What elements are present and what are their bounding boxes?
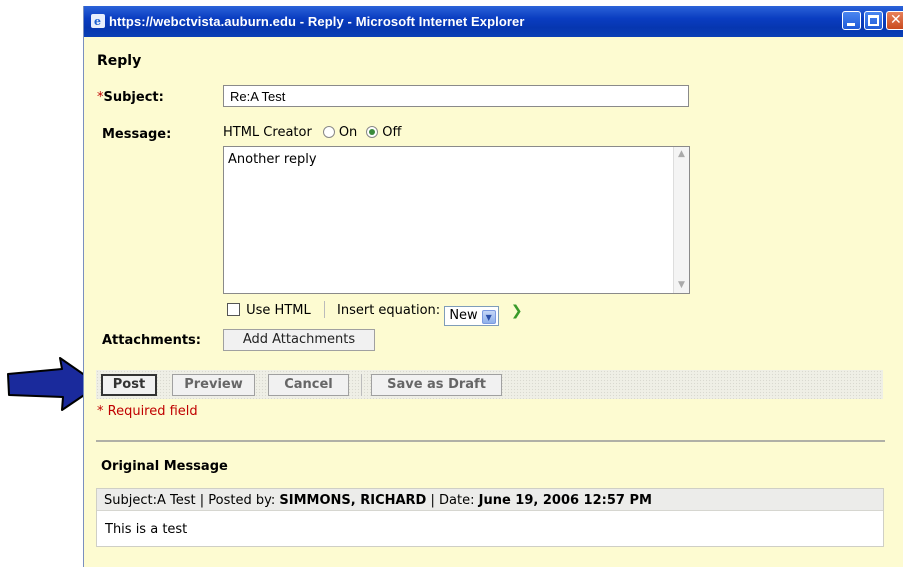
close-icon: ✕ [890, 12, 902, 28]
message-label: Message: [102, 127, 172, 142]
preview-button[interactable]: Preview [172, 374, 255, 396]
post-button[interactable]: Post [101, 374, 157, 396]
radio-off-label: Off [382, 125, 402, 140]
message-scrollbar[interactable]: ▲ ▼ [673, 147, 689, 293]
html-creator-label: HTML Creator [223, 125, 312, 140]
use-html-label: Use HTML [246, 303, 311, 318]
html-creator-toggle: HTML Creator On Off [223, 125, 402, 140]
radio-on-label: On [338, 125, 358, 140]
ie-icon: e [91, 14, 105, 28]
tool-separator [323, 301, 325, 318]
close-button[interactable]: ✕ [886, 11, 903, 30]
action-bar: Post Preview Cancel Save as Draft [96, 370, 883, 399]
browser-window: e https://webctvista.auburn.edu - Reply … [83, 6, 903, 567]
original-message-body: This is a test [105, 522, 188, 537]
insert-equation-label: Insert equation: [337, 303, 441, 318]
page-title: Reply [97, 53, 142, 69]
subject-label: *Subject: [97, 90, 164, 105]
title-bar: e https://webctvista.auburn.edu - Reply … [84, 6, 903, 37]
original-date: June 19, 2006 12:57 PM [478, 493, 652, 508]
scroll-up-icon[interactable]: ▲ [676, 149, 687, 160]
add-attachments-button[interactable]: Add Attachments [223, 329, 375, 351]
save-draft-button[interactable]: Save as Draft [371, 374, 502, 396]
original-message-box: Subject:A Test | Posted by: SIMMONS, RIC… [96, 488, 884, 547]
svg-text:e: e [94, 15, 101, 28]
scroll-down-icon[interactable]: ▼ [676, 280, 687, 291]
radio-off[interactable] [366, 126, 379, 138]
radio-on[interactable] [322, 126, 335, 138]
cancel-button[interactable]: Cancel [268, 374, 349, 396]
original-message-meta: Subject:A Test | Posted by: SIMMONS, RIC… [97, 489, 883, 511]
use-html-checkbox[interactable] [227, 303, 240, 316]
minimize-button[interactable] [842, 11, 861, 30]
original-message-heading: Original Message [101, 459, 228, 474]
attachments-label: Attachments: [102, 333, 201, 348]
maximize-button[interactable] [864, 11, 883, 30]
minimize-icon [847, 23, 855, 26]
action-separator [361, 374, 362, 396]
divider [96, 440, 885, 442]
message-text: Another reply [228, 152, 317, 167]
original-subject: A Test [156, 493, 196, 508]
editor-tools: Use HTML Insert equation: New ▼ ❯ [227, 301, 523, 326]
go-arrow-icon[interactable]: ❯ [511, 303, 523, 319]
page-content: Reply *Subject: Message: HTML Creator On O… [84, 37, 903, 567]
chevron-down-icon: ▼ [481, 310, 496, 324]
original-author: SIMMONS, RICHARD [279, 493, 427, 508]
required-field-note: * Required field [97, 404, 198, 419]
subject-input[interactable] [223, 85, 689, 107]
maximize-icon [868, 15, 879, 26]
message-textarea[interactable]: Another reply ▲ ▼ [223, 146, 690, 294]
insert-equation-select[interactable]: New ▼ [444, 306, 499, 326]
window-title: https://webctvista.auburn.edu - Reply - … [109, 14, 525, 29]
